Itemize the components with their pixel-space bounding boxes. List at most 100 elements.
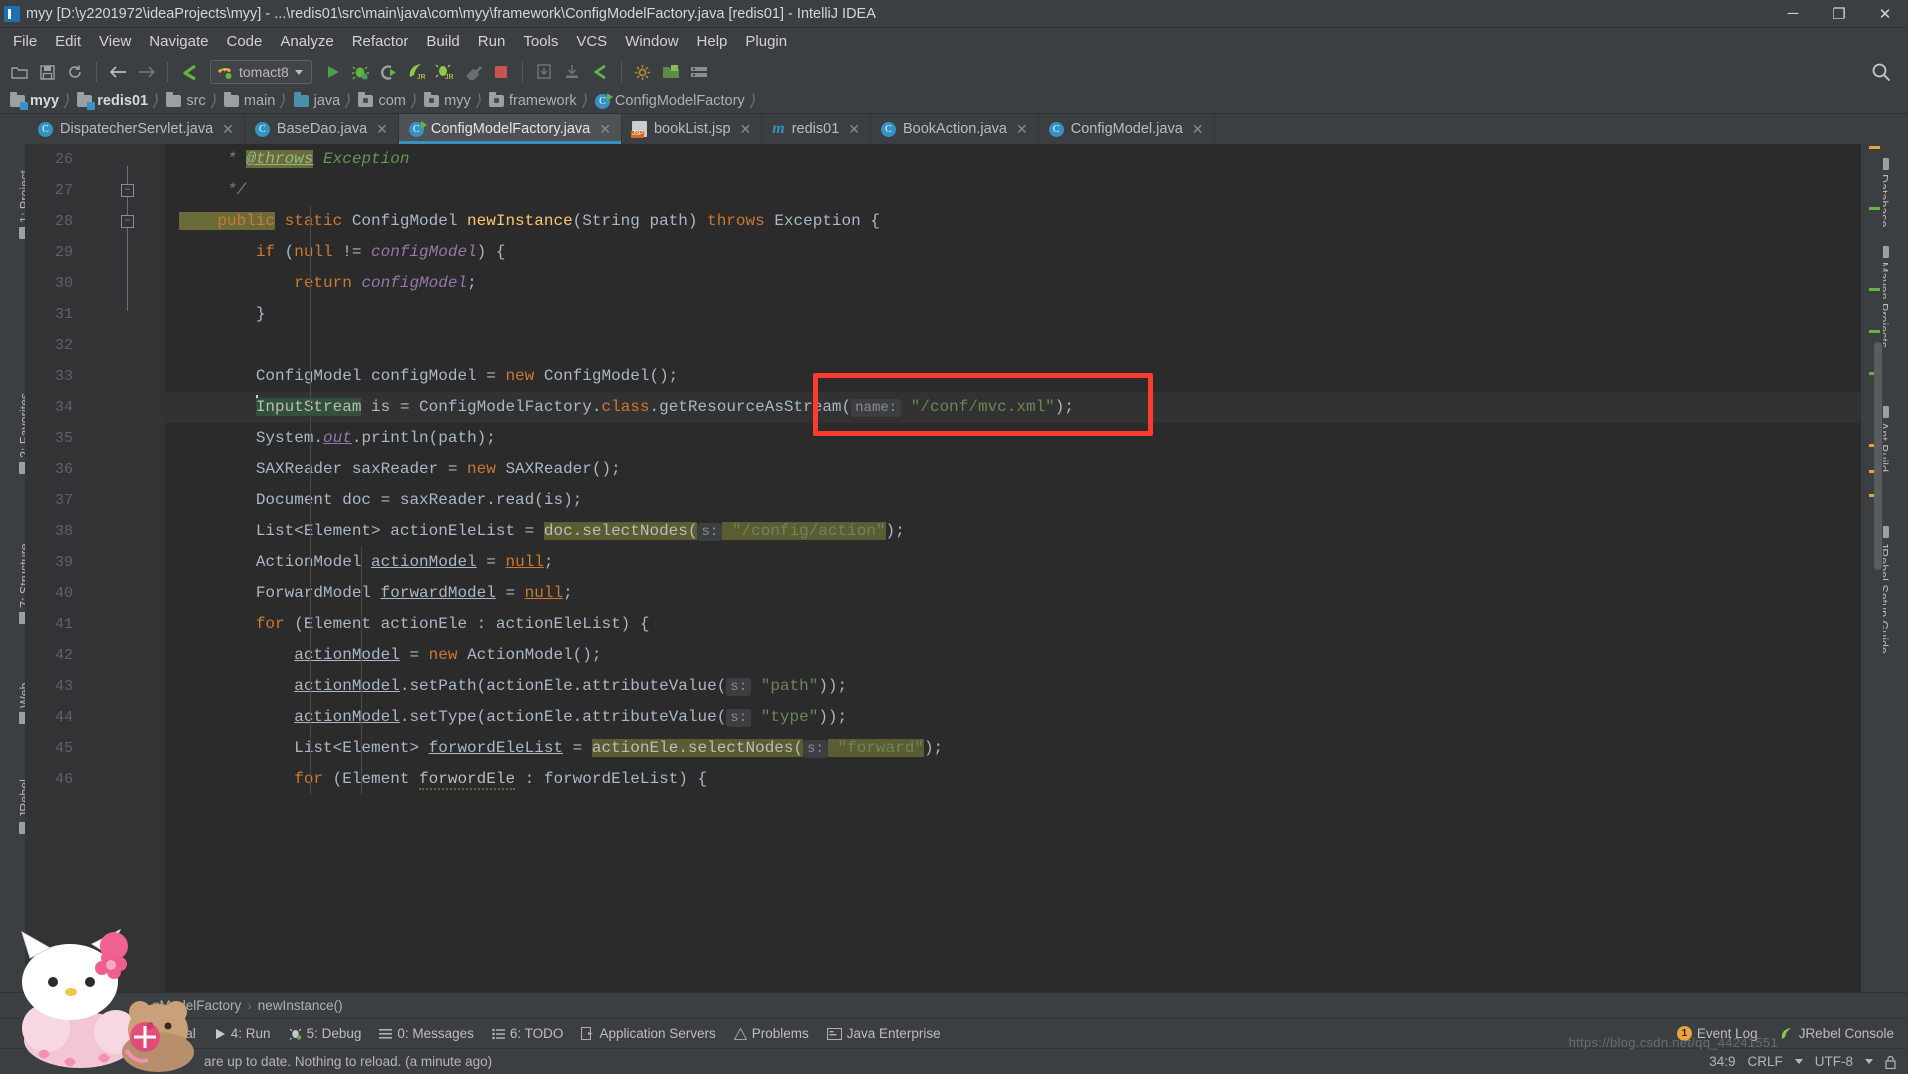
jrebel-run-icon[interactable]: JR bbox=[404, 59, 430, 85]
vcs-marker[interactable] bbox=[1869, 288, 1880, 291]
menu-code[interactable]: Code bbox=[217, 30, 271, 53]
sidebar-item-jrebel-setup[interactable]: JRebel Setup Guide bbox=[1883, 526, 1890, 654]
tool-window-debug[interactable]: 5: Debug bbox=[289, 1026, 361, 1041]
warning-marker[interactable] bbox=[1869, 146, 1880, 149]
structure-method[interactable]: newInstance() bbox=[258, 998, 343, 1013]
tool-window-java-enterprise[interactable]: Java Enterprise bbox=[826, 1026, 941, 1041]
tab-booklist-jsp[interactable]: bookList.jsp ✕ bbox=[622, 114, 763, 144]
settings-icon[interactable] bbox=[630, 59, 656, 85]
line-separator[interactable]: CRLF bbox=[1747, 1054, 1782, 1069]
menu-refactor[interactable]: Refactor bbox=[343, 30, 418, 53]
structure-class[interactable]: gModelFactory bbox=[152, 998, 241, 1013]
minimize-button[interactable]: ─ bbox=[1770, 0, 1816, 28]
sidebar-item-structure[interactable]: 7: Structure bbox=[18, 543, 25, 624]
menu-file[interactable]: File bbox=[4, 30, 46, 53]
run-coverage-icon[interactable] bbox=[376, 59, 402, 85]
tool-window-application-servers[interactable]: Application Servers bbox=[581, 1026, 716, 1041]
search-icon[interactable] bbox=[1868, 59, 1894, 85]
chevron-down-icon[interactable] bbox=[1794, 1059, 1803, 1064]
lock-icon[interactable] bbox=[1885, 1055, 1896, 1069]
close-icon[interactable]: ✕ bbox=[376, 121, 388, 138]
caret-position[interactable]: 34:9 bbox=[1709, 1054, 1735, 1069]
sidebar-item-web[interactable]: Web bbox=[18, 683, 25, 724]
menu-vcs[interactable]: VCS bbox=[567, 30, 616, 53]
tool-window-messages[interactable]: 0: Messages bbox=[379, 1026, 474, 1041]
tool-window-run[interactable]: 4: Run bbox=[214, 1026, 271, 1041]
tool-window-jrebel-console[interactable]: JRebel Console bbox=[1780, 1026, 1894, 1041]
sdk-manager-icon[interactable] bbox=[686, 59, 712, 85]
tab-bookaction[interactable]: C BookAction.java ✕ bbox=[871, 114, 1039, 144]
close-icon[interactable]: ✕ bbox=[740, 121, 752, 138]
stop-icon[interactable] bbox=[488, 59, 514, 85]
menu-edit[interactable]: Edit bbox=[46, 30, 90, 53]
breadcrumb-myy-package[interactable]: myy bbox=[418, 89, 475, 114]
hammer-icon[interactable] bbox=[460, 59, 486, 85]
code-content[interactable]: * @throws Exception */ public static Con… bbox=[165, 144, 1861, 992]
tool-window-terminal[interactable]: Terminal bbox=[126, 1026, 196, 1041]
sync-icon[interactable] bbox=[62, 59, 88, 85]
run-icon[interactable] bbox=[320, 59, 346, 85]
sidebar-item-database[interactable]: Database bbox=[1883, 158, 1890, 228]
compile-icon[interactable] bbox=[176, 59, 202, 85]
tool-window-problems[interactable]: Problems bbox=[733, 1026, 809, 1041]
compile-module-icon[interactable] bbox=[587, 59, 613, 85]
menu-navigate[interactable]: Navigate bbox=[140, 30, 217, 53]
run-configuration-selector[interactable]: tomact8 bbox=[210, 60, 312, 84]
breadcrumb-main[interactable]: main bbox=[218, 89, 279, 114]
tab-redis01[interactable]: m redis01 ✕ bbox=[762, 114, 871, 144]
maximize-button[interactable]: ❐ bbox=[1816, 0, 1862, 28]
menu-build[interactable]: Build bbox=[417, 30, 468, 53]
tool-window-todo[interactable]: 6: TODO bbox=[492, 1026, 563, 1041]
tool-window-monitor[interactable]: itor bbox=[90, 1026, 109, 1041]
back-arrow-icon[interactable] bbox=[105, 59, 131, 85]
breadcrumb-src[interactable]: src bbox=[160, 89, 209, 114]
close-button[interactable]: ✕ bbox=[1862, 0, 1908, 28]
breadcrumb-configmodelfactory[interactable]: C ConfigModelFactory bbox=[589, 89, 749, 114]
menu-tools[interactable]: Tools bbox=[514, 30, 567, 53]
chevron-down-icon[interactable] bbox=[294, 69, 303, 75]
breadcrumb-com[interactable]: com bbox=[352, 89, 409, 114]
tab-configmodel[interactable]: C ConfigModel.java ✕ bbox=[1039, 114, 1215, 144]
sidebar-item-project[interactable]: 1: Project bbox=[18, 170, 25, 239]
forward-arrow-icon[interactable] bbox=[133, 59, 159, 85]
menu-run[interactable]: Run bbox=[469, 30, 515, 53]
fold-marker-icon[interactable]: – bbox=[121, 215, 134, 228]
update-app-icon[interactable] bbox=[531, 59, 557, 85]
menu-analyze[interactable]: Analyze bbox=[271, 30, 342, 53]
open-folder-icon[interactable] bbox=[6, 59, 32, 85]
close-icon[interactable]: ✕ bbox=[848, 121, 860, 138]
jrebel-debug-icon[interactable]: JR bbox=[432, 59, 458, 85]
install-icon[interactable] bbox=[559, 59, 585, 85]
breadcrumb-framework[interactable]: framework bbox=[483, 89, 581, 114]
menu-help[interactable]: Help bbox=[688, 30, 737, 53]
tab-configmodelfactory[interactable]: C ConfigModelFactory.java ✕ bbox=[398, 114, 622, 144]
editor-gutter[interactable]: 26 27 28 29 30 31 32 33 34 35 36 37 38 3… bbox=[25, 144, 165, 992]
code-editor[interactable]: 26 27 28 29 30 31 32 33 34 35 36 37 38 3… bbox=[25, 144, 1883, 992]
save-all-icon[interactable] bbox=[34, 59, 60, 85]
close-icon[interactable]: ✕ bbox=[599, 121, 611, 138]
file-encoding[interactable]: UTF-8 bbox=[1815, 1054, 1853, 1069]
menu-view[interactable]: View bbox=[90, 30, 140, 53]
breadcrumb-myy-project[interactable]: myy bbox=[4, 89, 63, 114]
close-icon[interactable]: ✕ bbox=[222, 121, 234, 138]
debug-icon[interactable] bbox=[348, 59, 374, 85]
tab-dispatecherservlet[interactable]: C DispatecherServlet.java ✕ bbox=[28, 114, 245, 144]
chevron-down-icon[interactable] bbox=[1865, 1059, 1873, 1064]
editor-marker-rail[interactable] bbox=[1861, 144, 1883, 992]
sidebar-item-maven[interactable]: Maven Projects bbox=[1883, 246, 1890, 348]
project-structure-icon[interactable] bbox=[658, 59, 684, 85]
sidebar-item-ant[interactable]: Ant Build bbox=[1883, 406, 1890, 472]
sidebar-item-jrebel[interactable]: JRebel bbox=[18, 779, 25, 834]
close-icon[interactable]: ✕ bbox=[1016, 121, 1028, 138]
sidebar-item-favorites[interactable]: 2: Favorites bbox=[18, 393, 25, 474]
close-icon[interactable]: ✕ bbox=[1192, 121, 1204, 138]
vcs-marker[interactable] bbox=[1869, 207, 1880, 210]
tab-basedao[interactable]: C BaseDao.java ✕ bbox=[245, 114, 399, 144]
menu-plugin[interactable]: Plugin bbox=[736, 30, 796, 53]
fold-marker-icon[interactable]: – bbox=[121, 184, 134, 197]
menu-window[interactable]: Window bbox=[616, 30, 687, 53]
editor-scrollbar-thumb[interactable] bbox=[1874, 342, 1882, 570]
vcs-marker[interactable] bbox=[1869, 330, 1880, 333]
breadcrumb-java[interactable]: java bbox=[288, 89, 345, 114]
breadcrumb-redis01[interactable]: redis01 bbox=[71, 89, 152, 114]
